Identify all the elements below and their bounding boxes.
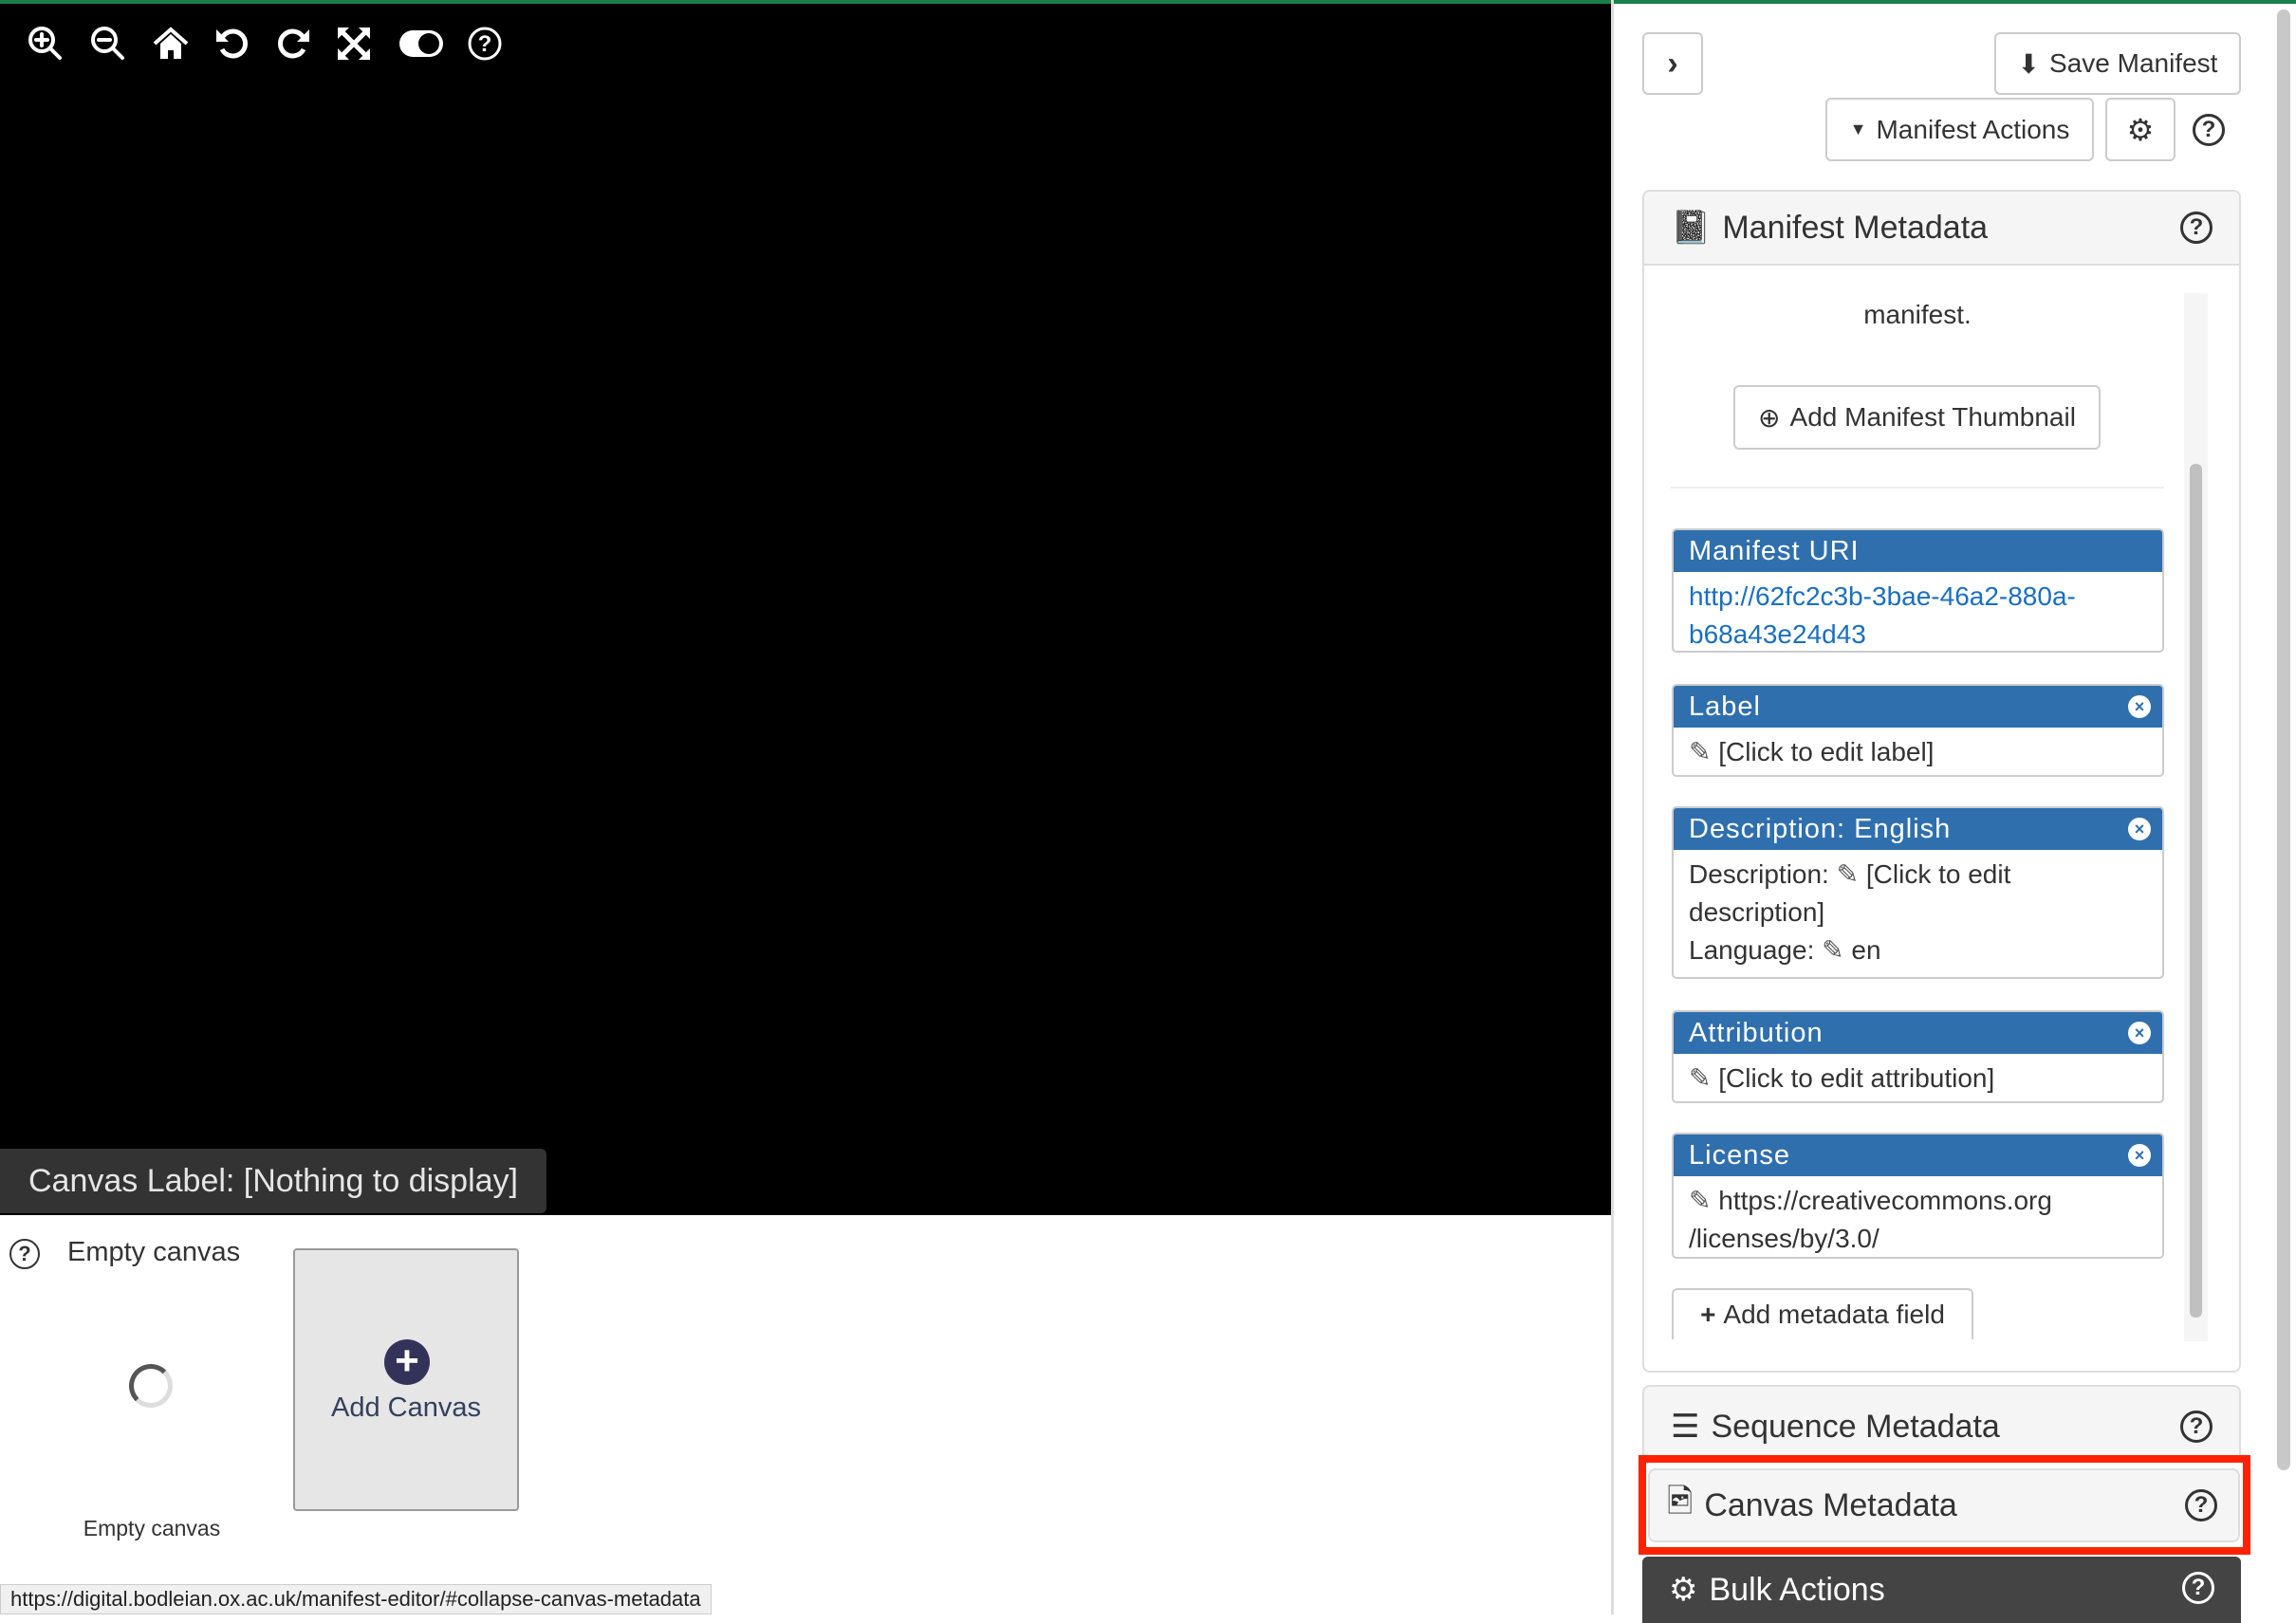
plus-circle-icon: +: [384, 1339, 430, 1385]
zoom-out-icon[interactable]: [87, 23, 129, 65]
add-thumbnail-label: Add Manifest Thumbnail: [1789, 402, 2076, 432]
card-title: License: [1689, 1140, 1790, 1171]
edit-icon: ✎: [1689, 737, 1712, 766]
language-value[interactable]: en: [1851, 935, 1880, 965]
label-field[interactable]: ✎ [Click to edit label]: [1674, 728, 2162, 775]
plus-icon: +: [1700, 1300, 1716, 1329]
language-label: Language:: [1689, 935, 1815, 965]
save-manifest-label: Save Manifest: [2049, 48, 2218, 78]
description-label: Description:: [1689, 859, 1829, 889]
image-viewer[interactable]: [0, 4, 1611, 1215]
edit-icon: ✎: [1689, 1186, 1712, 1215]
manifest-metadata-header[interactable]: 📓 Manifest Metadata ?: [1644, 192, 2239, 266]
description-value[interactable]: [Click to edit: [1866, 859, 2011, 889]
bulk-actions-panel[interactable]: ⚙ Bulk Actions ?: [1642, 1557, 2241, 1623]
manifest-text: manifest.: [1863, 300, 1972, 329]
inner-scroll-thumb[interactable]: [2190, 464, 2202, 1318]
license-value: /licenses/by/3.0/: [1689, 1224, 1879, 1253]
manifest-actions-label: Manifest Actions: [1876, 114, 2070, 144]
thumbnail-caption: Empty canvas: [83, 1516, 221, 1540]
add-field-label: Add metadata field: [1723, 1300, 1945, 1329]
collapse-sidebar-button[interactable]: ›: [1642, 32, 1703, 95]
canvas-strip-title: Empty canvas: [67, 1237, 241, 1267]
add-metadata-field-button[interactable]: + Add metadata field: [1672, 1288, 1973, 1339]
chevron-right-icon: ›: [1667, 45, 1678, 82]
svg-text:?: ?: [478, 31, 492, 57]
rotate-left-icon[interactable]: [212, 23, 253, 65]
card-title: Attribution: [1689, 1018, 1824, 1048]
status-bar-url: https://digital.bodleian.ox.ac.uk/manife…: [0, 1584, 712, 1614]
settings-button[interactable]: ⚙: [2105, 98, 2176, 161]
help-icon[interactable]: ?: [2182, 1572, 2214, 1604]
description-value[interactable]: description]: [1689, 897, 1824, 927]
divider: [1671, 487, 2164, 489]
remove-icon[interactable]: ×: [2128, 1144, 2151, 1167]
ordered-list-icon: ☰: [1671, 1409, 1700, 1445]
help-icon[interactable]: ?: [2180, 212, 2213, 244]
panel-title: Canvas Metadata: [1704, 1486, 1957, 1523]
remove-icon[interactable]: ×: [2128, 818, 2151, 840]
description-card: Description: English × Description: ✎ [Cl…: [1672, 806, 2164, 979]
edit-icon: ✎: [1836, 859, 1860, 889]
canvas-label: Canvas Label: [Nothing to display]: [0, 1149, 546, 1213]
caret-down-icon: ▼: [1849, 120, 1867, 138]
card-title: Label: [1689, 692, 1761, 722]
help-icon[interactable]: ?: [2180, 1411, 2213, 1443]
add-manifest-thumbnail-button[interactable]: ⊕ Add Manifest Thumbnail: [1733, 385, 2101, 450]
license-card: License × ✎ https://creativecommons.org/l…: [1672, 1133, 2164, 1259]
home-icon[interactable]: [150, 23, 192, 65]
loading-spinner-icon: [129, 1364, 173, 1408]
zoom-in-icon[interactable]: [25, 23, 66, 65]
help-icon[interactable]: ?: [2193, 114, 2225, 146]
image-file-icon: 🖻: [1667, 1483, 1694, 1520]
manifest-uri-card: Manifest URI http://62fc2c3b-3bae-46a2-8…: [1672, 528, 2164, 653]
help-icon[interactable]: ?: [2185, 1489, 2217, 1522]
plus-circle-icon: ⊕: [1758, 402, 1781, 433]
attribution-value: [Click to edit attribution]: [1718, 1063, 1995, 1093]
panel-title: Sequence Metadata: [1711, 1408, 2000, 1445]
card-title: Manifest URI: [1674, 530, 2162, 572]
attribution-card: Attribution × ✎ [Click to edit attributio…: [1672, 1010, 2164, 1103]
license-field[interactable]: ✎ https://creativecommons.org/licenses/b…: [1674, 1176, 2162, 1257]
label-card: Label × ✎ [Click to edit label]: [1672, 684, 2164, 777]
edit-icon: ✎: [1822, 935, 1844, 965]
panel-title: Bulk Actions: [1709, 1571, 1885, 1608]
card-title: Description: English: [1689, 814, 1952, 844]
toggle-icon[interactable]: [398, 23, 445, 65]
rotate-right-icon[interactable]: [272, 23, 314, 65]
gear-icon: ⚙: [2126, 112, 2155, 147]
download-icon: ⬇: [2017, 48, 2041, 79]
sidebar-scrollbar[interactable]: [2277, 9, 2290, 1470]
panel-divider[interactable]: [1611, 0, 1614, 1614]
book-icon: 📓: [1671, 210, 1712, 246]
label-value: [Click to edit label]: [1718, 737, 1935, 766]
manifest-actions-dropdown[interactable]: ▼ Manifest Actions: [1825, 98, 2094, 161]
canvas-metadata-panel[interactable]: 🖻 Canvas Metadata?: [1648, 1468, 2240, 1542]
edit-icon: ✎: [1689, 1063, 1712, 1093]
save-manifest-button[interactable]: ⬇ Save Manifest: [1994, 32, 2241, 95]
remove-icon[interactable]: ×: [2128, 695, 2151, 718]
remove-icon[interactable]: ×: [2128, 1022, 2151, 1044]
panel-title: Manifest Metadata: [1722, 209, 1989, 246]
gears-icon: ⚙: [1669, 1572, 1698, 1608]
help-icon[interactable]: ?: [9, 1239, 40, 1269]
license-value: https://creativecommons.org: [1718, 1186, 2052, 1215]
add-canvas-label: Add Canvas: [331, 1392, 481, 1423]
attribution-field[interactable]: ✎ [Click to edit attribution]: [1674, 1054, 2162, 1101]
add-canvas-button[interactable]: + Add Canvas: [293, 1248, 519, 1511]
help-icon[interactable]: ?: [464, 23, 506, 65]
fullscreen-icon[interactable]: [333, 23, 375, 65]
manifest-uri-link[interactable]: b68a43e24d43: [1689, 619, 1866, 649]
manifest-uri-link[interactable]: http://62fc2c3b-3bae-46a2-880a-: [1689, 581, 2076, 611]
